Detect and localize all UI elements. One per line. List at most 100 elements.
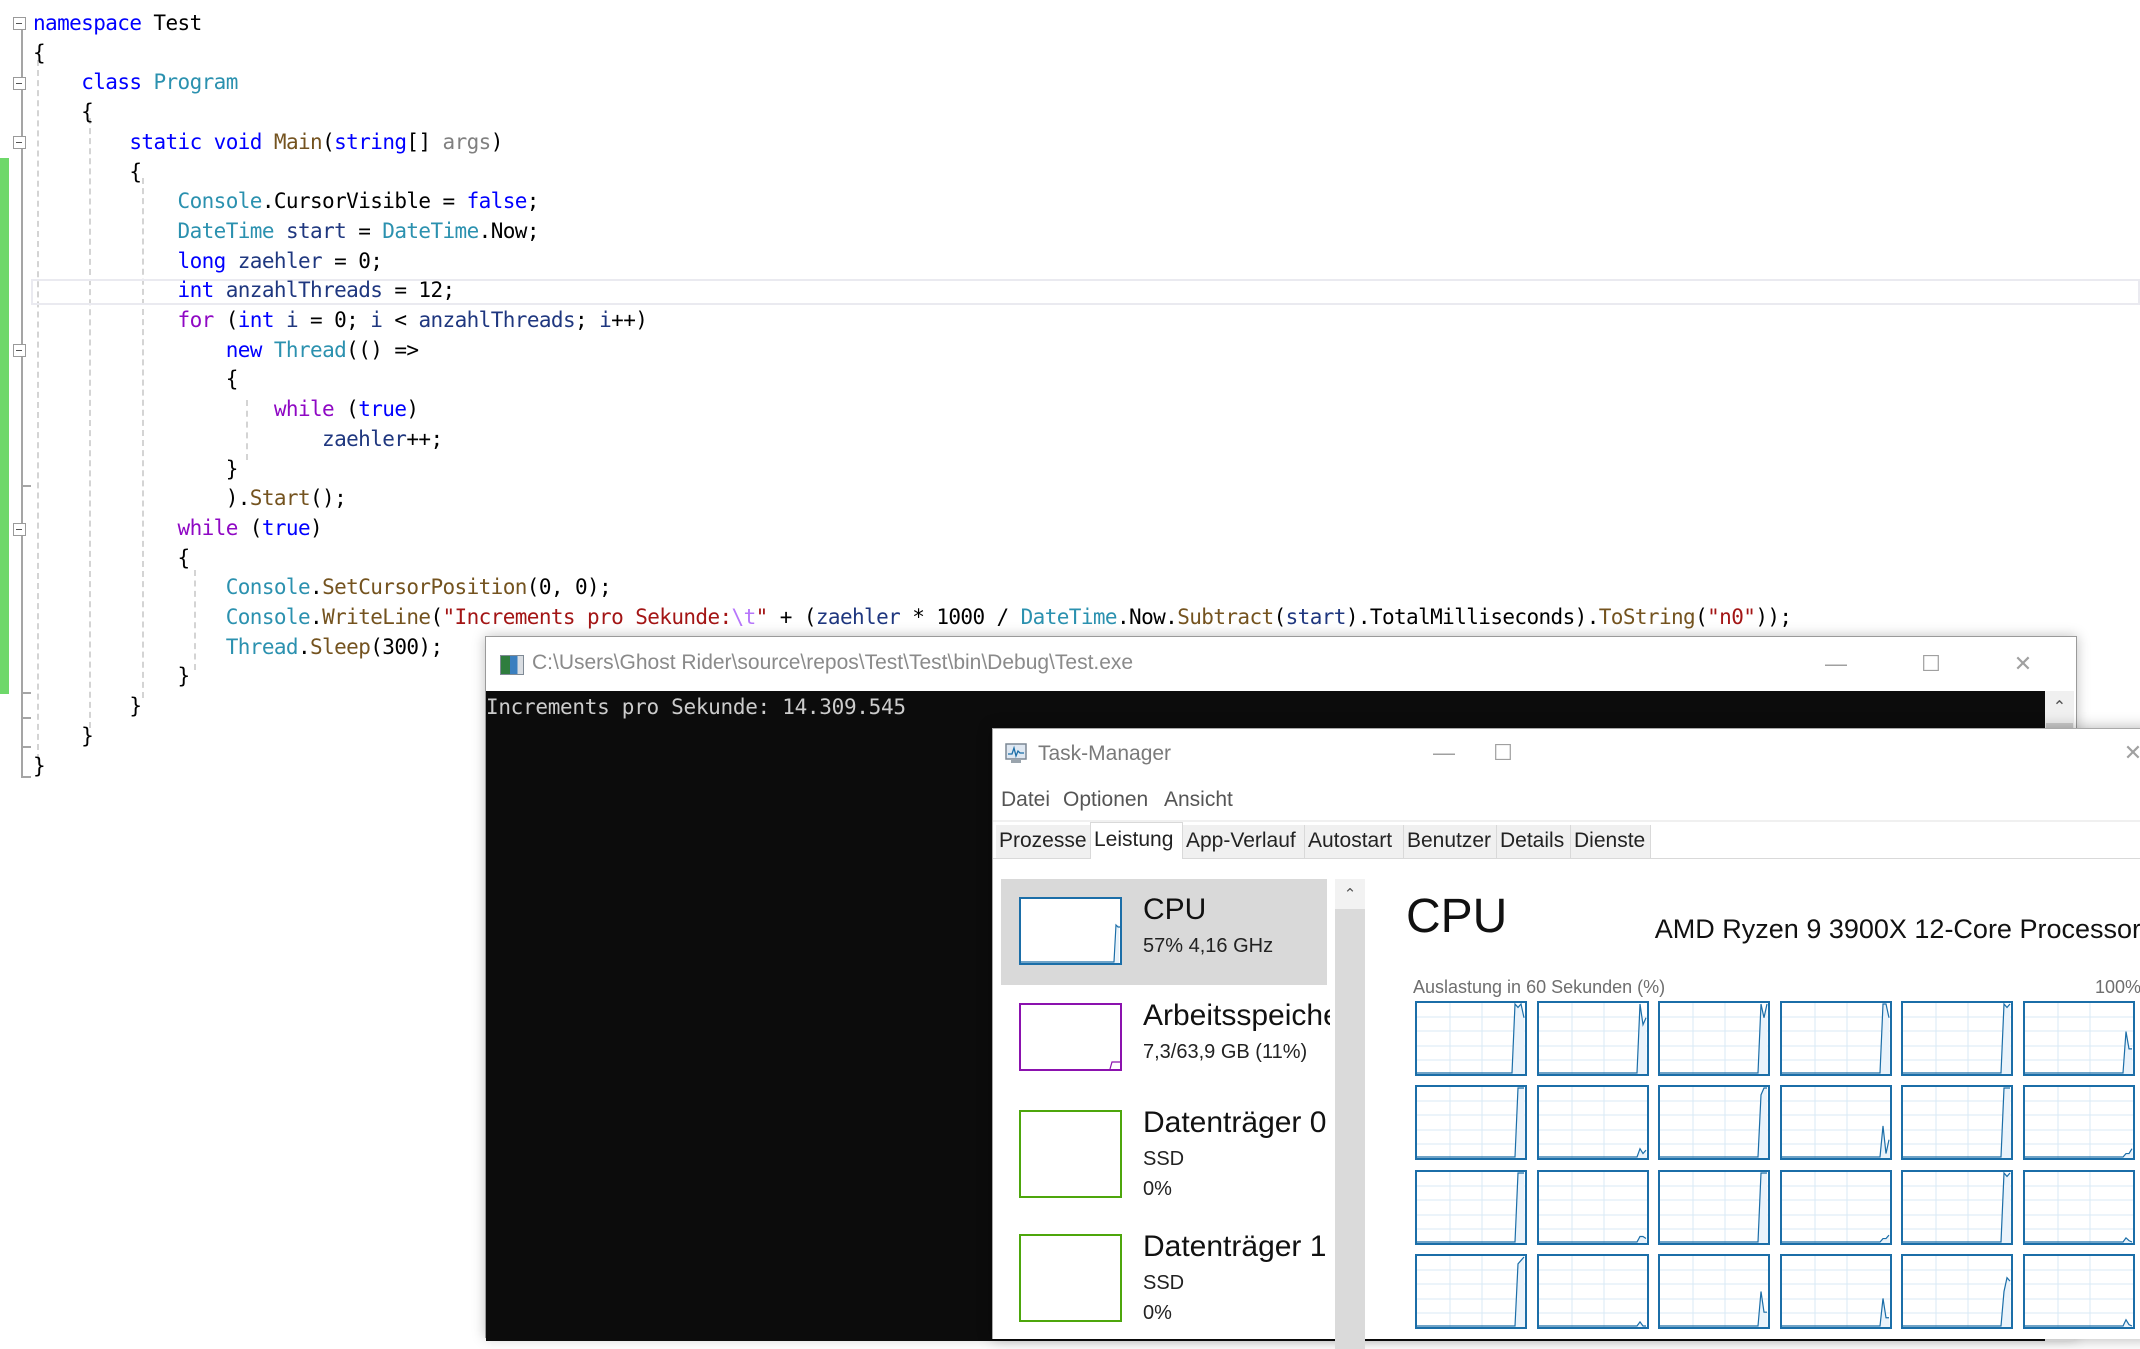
minimize-button[interactable]: — — [1796, 637, 1876, 691]
chevron-up-icon: ⌃ — [2052, 696, 2067, 716]
code-token: start — [285, 218, 347, 243]
code-token: Start — [249, 486, 311, 511]
core-usage-line — [1660, 1171, 1767, 1243]
console-app-icon — [500, 655, 524, 675]
code-line: } — [33, 751, 46, 781]
code-token: .Now. — [1116, 605, 1178, 629]
core-graph-5 — [1901, 1001, 2013, 1076]
code-token: .Now; — [478, 218, 540, 243]
code-line: class Program — [33, 67, 238, 97]
code-token: Console — [225, 575, 311, 600]
code-line: int anzahlThreads = 12; — [33, 275, 456, 305]
core-graph-6 — [2022, 1001, 2135, 1076]
core-usage-line — [1781, 1234, 1889, 1243]
fold-guide-end — [21, 485, 31, 487]
core-graph-7 — [1415, 1085, 1527, 1161]
code-token: .CursorVisible = — [261, 189, 467, 214]
maximize-button[interactable]: ☐ — [1891, 637, 1971, 691]
code-line: Thread.Sleep(300); — [33, 632, 443, 662]
code-token: while — [273, 397, 335, 422]
core-usage-line — [1660, 1087, 1767, 1158]
fold-toggle-class[interactable] — [13, 77, 26, 90]
code-token: string — [334, 129, 407, 154]
code-token: args — [442, 129, 492, 154]
code-token: Thread — [225, 634, 299, 659]
code-token: { — [33, 100, 94, 125]
code-token: zaehler — [815, 605, 901, 629]
scroll-up-button[interactable]: ⌃ — [2045, 691, 2074, 721]
code-token: static — [129, 129, 202, 154]
core-graph-16 — [1779, 1169, 1892, 1245]
cpu-model-name: AMD Ryzen 9 3900X 12-Core Processor — [1654, 914, 2140, 944]
code-token: } — [33, 664, 191, 689]
code-token: { — [33, 40, 46, 65]
code-token: Program — [153, 70, 238, 95]
code-token: } — [33, 694, 142, 719]
code-token: Thread — [273, 337, 347, 362]
code-token: false — [466, 189, 528, 214]
core-usage-line — [2024, 1031, 2132, 1074]
core-usage-line — [1781, 1126, 1890, 1158]
core-graph-12 — [2022, 1085, 2135, 1161]
close-button[interactable]: ✕ — [1983, 637, 2063, 691]
fold-toggle-lambda[interactable] — [13, 344, 26, 357]
core-graph-plot — [1660, 1171, 1768, 1243]
fold-toggle-namespace[interactable] — [13, 17, 26, 30]
code-token: void — [213, 129, 263, 154]
core-graph-18 — [2022, 1169, 2135, 1245]
core-graph-plot — [1781, 1003, 1890, 1074]
code-token: zaehler — [237, 248, 323, 273]
code-token: { — [33, 159, 142, 184]
code-line: static void Main(string[] args) — [33, 127, 503, 157]
fold-toggle-while[interactable] — [13, 523, 26, 536]
core-graph-4 — [1779, 1001, 1892, 1076]
code-token: i — [370, 308, 383, 332]
code-token: true — [358, 397, 407, 422]
code-token: (); — [310, 486, 347, 511]
core-usage-line — [1781, 1003, 1890, 1074]
code-line: Console.WriteLine("Increments pro Sekund… — [33, 602, 1792, 632]
code-token: int — [177, 278, 215, 303]
code-token: Console — [177, 189, 263, 214]
fold-guide-end — [21, 776, 31, 778]
core-graph-3 — [1658, 1001, 1770, 1076]
code-token: for — [177, 308, 215, 332]
code-line: DateTime start = DateTime.Now; — [33, 216, 540, 246]
cpu-heading: CPU — [1406, 890, 1508, 943]
code-token: ( — [1695, 605, 1708, 629]
fold-guide-end — [21, 746, 31, 748]
core-graph-22 — [1779, 1253, 1892, 1329]
code-token: ( — [237, 515, 263, 540]
code-token: " — [755, 605, 769, 629]
core-graph-plot — [1660, 1087, 1768, 1159]
core-usage-line — [1538, 1320, 1646, 1327]
code-line: } — [33, 661, 191, 691]
fold-toggle-main[interactable] — [13, 136, 26, 149]
code-token: DateTime — [177, 218, 275, 243]
code-token: < — [382, 308, 419, 332]
core-graph-plot — [2024, 1003, 2133, 1074]
console-output-line: Increments pro Sekunde: 14.309.545 — [486, 695, 906, 719]
core-usage-line — [1417, 1171, 1524, 1243]
console-titlebar[interactable]: C:\Users\Ghost Rider\source\repos\Test\T… — [486, 637, 2076, 691]
code-token: start — [1285, 605, 1347, 629]
task-manager-window[interactable]: Task-Manager — ☐ ✕ Datei Optionen Ansich… — [992, 728, 2140, 1349]
code-token: Test — [141, 11, 202, 35]
code-line: Console.CursorVisible = false; — [33, 186, 540, 216]
code-token: = 0; — [298, 308, 371, 332]
core-graph-plot — [1903, 1255, 2011, 1327]
maximize-icon: ☐ — [1921, 651, 1941, 676]
code-token: = — [346, 218, 383, 243]
code-token: class — [81, 70, 142, 95]
code-token: i — [599, 308, 612, 332]
core-usage-line — [2024, 1236, 2132, 1243]
